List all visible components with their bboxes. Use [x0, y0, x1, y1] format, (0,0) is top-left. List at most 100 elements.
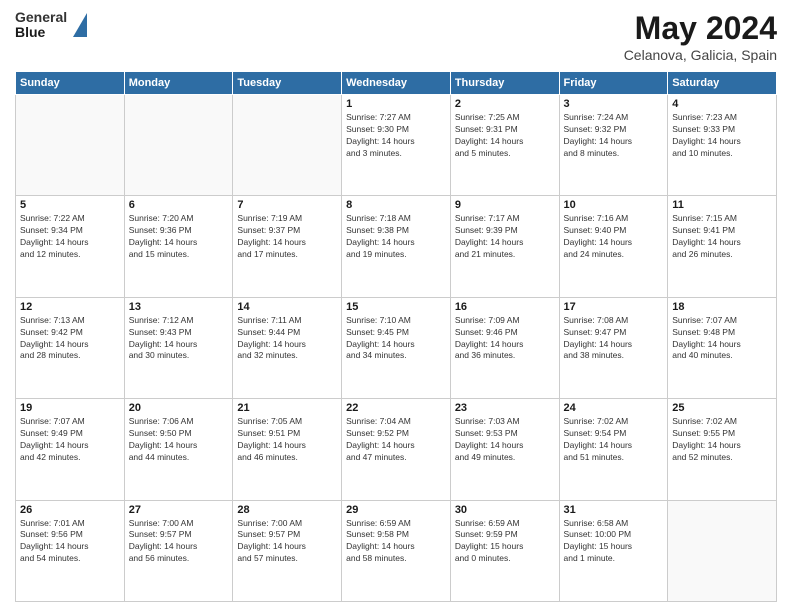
day-info: Sunrise: 7:12 AM Sunset: 9:43 PM Dayligh… [129, 315, 229, 363]
calendar-cell: 29 Sunrise: 6:59 AM Sunset: 9:58 PM Dayli… [342, 500, 451, 601]
calendar-week-1: 1 Sunrise: 7:27 AM Sunset: 9:30 PM Daylig… [16, 95, 777, 196]
day-info: Sunrise: 7:16 AM Sunset: 9:40 PM Dayligh… [564, 213, 664, 261]
day-number: 7 [237, 199, 337, 211]
calendar-cell: 19 Sunrise: 7:07 AM Sunset: 9:49 PM Dayli… [16, 399, 125, 500]
calendar-cell: 4 Sunrise: 7:23 AM Sunset: 9:33 PM Daylig… [668, 95, 777, 196]
day-info: Sunrise: 7:17 AM Sunset: 9:39 PM Dayligh… [455, 213, 555, 261]
day-number: 22 [346, 402, 446, 414]
day-info: Sunrise: 7:04 AM Sunset: 9:52 PM Dayligh… [346, 416, 446, 464]
day-number: 18 [672, 301, 772, 313]
day-number: 4 [672, 98, 772, 110]
calendar-header: Sunday Monday Tuesday Wednesday Thursday… [16, 72, 777, 95]
calendar-cell: 5Sunrise: 7:22 AM Sunset: 9:34 PM Daylig… [16, 196, 125, 297]
calendar-cell: 3Sunrise: 7:24 AM Sunset: 9:32 PM Daylig… [559, 95, 668, 196]
day-number: 11 [672, 199, 772, 211]
day-info: Sunrise: 7:25 AM Sunset: 9:31 PM Dayligh… [455, 112, 555, 160]
day-info: Sunrise: 7:07 AM Sunset: 9:49 PM Dayligh… [20, 416, 120, 464]
calendar-cell [233, 95, 342, 196]
calendar-cell: 1 Sunrise: 7:27 AM Sunset: 9:30 PM Daylig… [342, 95, 451, 196]
day-number: 1 [346, 98, 446, 110]
calendar-cell: 14 Sunrise: 7:11 AM Sunset: 9:44 PM Dayli… [233, 297, 342, 398]
day-number: 13 [129, 301, 229, 313]
calendar-cell: 20 Sunrise: 7:06 AM Sunset: 9:50 PM Dayli… [124, 399, 233, 500]
day-number: 2 [455, 98, 555, 110]
day-info: Sunrise: 7:09 AM Sunset: 9:46 PM Dayligh… [455, 315, 555, 363]
day-number: 27 [129, 504, 229, 516]
calendar-cell: 13 Sunrise: 7:12 AM Sunset: 9:43 PM Dayli… [124, 297, 233, 398]
day-number: 23 [455, 402, 555, 414]
day-number: 8 [346, 199, 446, 211]
day-number: 17 [564, 301, 664, 313]
day-number: 10 [564, 199, 664, 211]
day-info: Sunrise: 7:06 AM Sunset: 9:50 PM Dayligh… [129, 416, 229, 464]
day-number: 16 [455, 301, 555, 313]
day-info: Sunrise: 6:59 AM Sunset: 9:58 PM Dayligh… [346, 518, 446, 566]
day-number: 26 [20, 504, 120, 516]
title-block: May 2024 Celanova, Galicia, Spain [624, 10, 777, 63]
day-number: 21 [237, 402, 337, 414]
day-info: Sunrise: 7:13 AM Sunset: 9:42 PM Dayligh… [20, 315, 120, 363]
day-number: 19 [20, 402, 120, 414]
calendar-cell: 11 Sunrise: 7:15 AM Sunset: 9:41 PM Dayli… [668, 196, 777, 297]
calendar-cell: 16 Sunrise: 7:09 AM Sunset: 9:46 PM Dayli… [450, 297, 559, 398]
calendar-title: May 2024 [624, 10, 777, 47]
day-number: 12 [20, 301, 120, 313]
col-thursday: Thursday [450, 72, 559, 95]
day-info: Sunrise: 7:00 AM Sunset: 9:57 PM Dayligh… [237, 518, 337, 566]
day-info: Sunrise: 7:15 AM Sunset: 9:41 PM Dayligh… [672, 213, 772, 261]
col-saturday: Saturday [668, 72, 777, 95]
day-info: Sunrise: 7:23 AM Sunset: 9:33 PM Dayligh… [672, 112, 772, 160]
logo: General Blue [15, 10, 87, 41]
calendar-cell [16, 95, 125, 196]
col-friday: Friday [559, 72, 668, 95]
col-tuesday: Tuesday [233, 72, 342, 95]
calendar-week-5: 26Sunrise: 7:01 AM Sunset: 9:56 PM Dayli… [16, 500, 777, 601]
calendar-cell [668, 500, 777, 601]
calendar-cell: 28 Sunrise: 7:00 AM Sunset: 9:57 PM Dayli… [233, 500, 342, 601]
calendar-cell: 26Sunrise: 7:01 AM Sunset: 9:56 PM Dayli… [16, 500, 125, 601]
calendar-cell: 23 Sunrise: 7:03 AM Sunset: 9:53 PM Dayli… [450, 399, 559, 500]
logo-line1: General [15, 10, 67, 25]
day-number: 5 [20, 199, 120, 211]
day-number: 31 [564, 504, 664, 516]
day-info: Sunrise: 7:18 AM Sunset: 9:38 PM Dayligh… [346, 213, 446, 261]
day-number: 30 [455, 504, 555, 516]
day-number: 28 [237, 504, 337, 516]
day-info: Sunrise: 6:59 AM Sunset: 9:59 PM Dayligh… [455, 518, 555, 566]
calendar-cell: 10 Sunrise: 7:16 AM Sunset: 9:40 PM Dayli… [559, 196, 668, 297]
calendar-week-3: 12 Sunrise: 7:13 AM Sunset: 9:42 PM Dayli… [16, 297, 777, 398]
day-number: 14 [237, 301, 337, 313]
calendar-cell: 25 Sunrise: 7:02 AM Sunset: 9:55 PM Dayli… [668, 399, 777, 500]
day-info: Sunrise: 7:19 AM Sunset: 9:37 PM Dayligh… [237, 213, 337, 261]
calendar-cell: 24 Sunrise: 7:02 AM Sunset: 9:54 PM Dayli… [559, 399, 668, 500]
calendar-week-4: 19 Sunrise: 7:07 AM Sunset: 9:49 PM Dayli… [16, 399, 777, 500]
day-number: 24 [564, 402, 664, 414]
col-sunday: Sunday [16, 72, 125, 95]
day-number: 6 [129, 199, 229, 211]
day-info: Sunrise: 7:27 AM Sunset: 9:30 PM Dayligh… [346, 112, 446, 160]
calendar-table: Sunday Monday Tuesday Wednesday Thursday… [15, 71, 777, 602]
day-info: Sunrise: 7:08 AM Sunset: 9:47 PM Dayligh… [564, 315, 664, 363]
calendar-cell [124, 95, 233, 196]
calendar-cell: 7 Sunrise: 7:19 AM Sunset: 9:37 PM Daylig… [233, 196, 342, 297]
calendar-cell: 18 Sunrise: 7:07 AM Sunset: 9:48 PM Dayli… [668, 297, 777, 398]
calendar-cell: 30 Sunrise: 6:59 AM Sunset: 9:59 PM Dayli… [450, 500, 559, 601]
calendar-week-2: 5Sunrise: 7:22 AM Sunset: 9:34 PM Daylig… [16, 196, 777, 297]
day-info: Sunrise: 7:11 AM Sunset: 9:44 PM Dayligh… [237, 315, 337, 363]
calendar-cell: 21Sunrise: 7:05 AM Sunset: 9:51 PM Dayli… [233, 399, 342, 500]
day-number: 15 [346, 301, 446, 313]
day-info: Sunrise: 7:02 AM Sunset: 9:55 PM Dayligh… [672, 416, 772, 464]
day-number: 20 [129, 402, 229, 414]
calendar-body: 1 Sunrise: 7:27 AM Sunset: 9:30 PM Daylig… [16, 95, 777, 602]
day-info: Sunrise: 7:03 AM Sunset: 9:53 PM Dayligh… [455, 416, 555, 464]
calendar-cell: 17 Sunrise: 7:08 AM Sunset: 9:47 PM Dayli… [559, 297, 668, 398]
calendar-subtitle: Celanova, Galicia, Spain [624, 47, 777, 63]
day-info: Sunrise: 7:00 AM Sunset: 9:57 PM Dayligh… [129, 518, 229, 566]
day-number: 25 [672, 402, 772, 414]
day-info: Sunrise: 7:10 AM Sunset: 9:45 PM Dayligh… [346, 315, 446, 363]
calendar-cell: 8 Sunrise: 7:18 AM Sunset: 9:38 PM Daylig… [342, 196, 451, 297]
day-number: 29 [346, 504, 446, 516]
day-info: Sunrise: 6:58 AM Sunset: 10:00 PM Daylig… [564, 518, 664, 566]
day-info: Sunrise: 7:07 AM Sunset: 9:48 PM Dayligh… [672, 315, 772, 363]
day-info: Sunrise: 7:02 AM Sunset: 9:54 PM Dayligh… [564, 416, 664, 464]
